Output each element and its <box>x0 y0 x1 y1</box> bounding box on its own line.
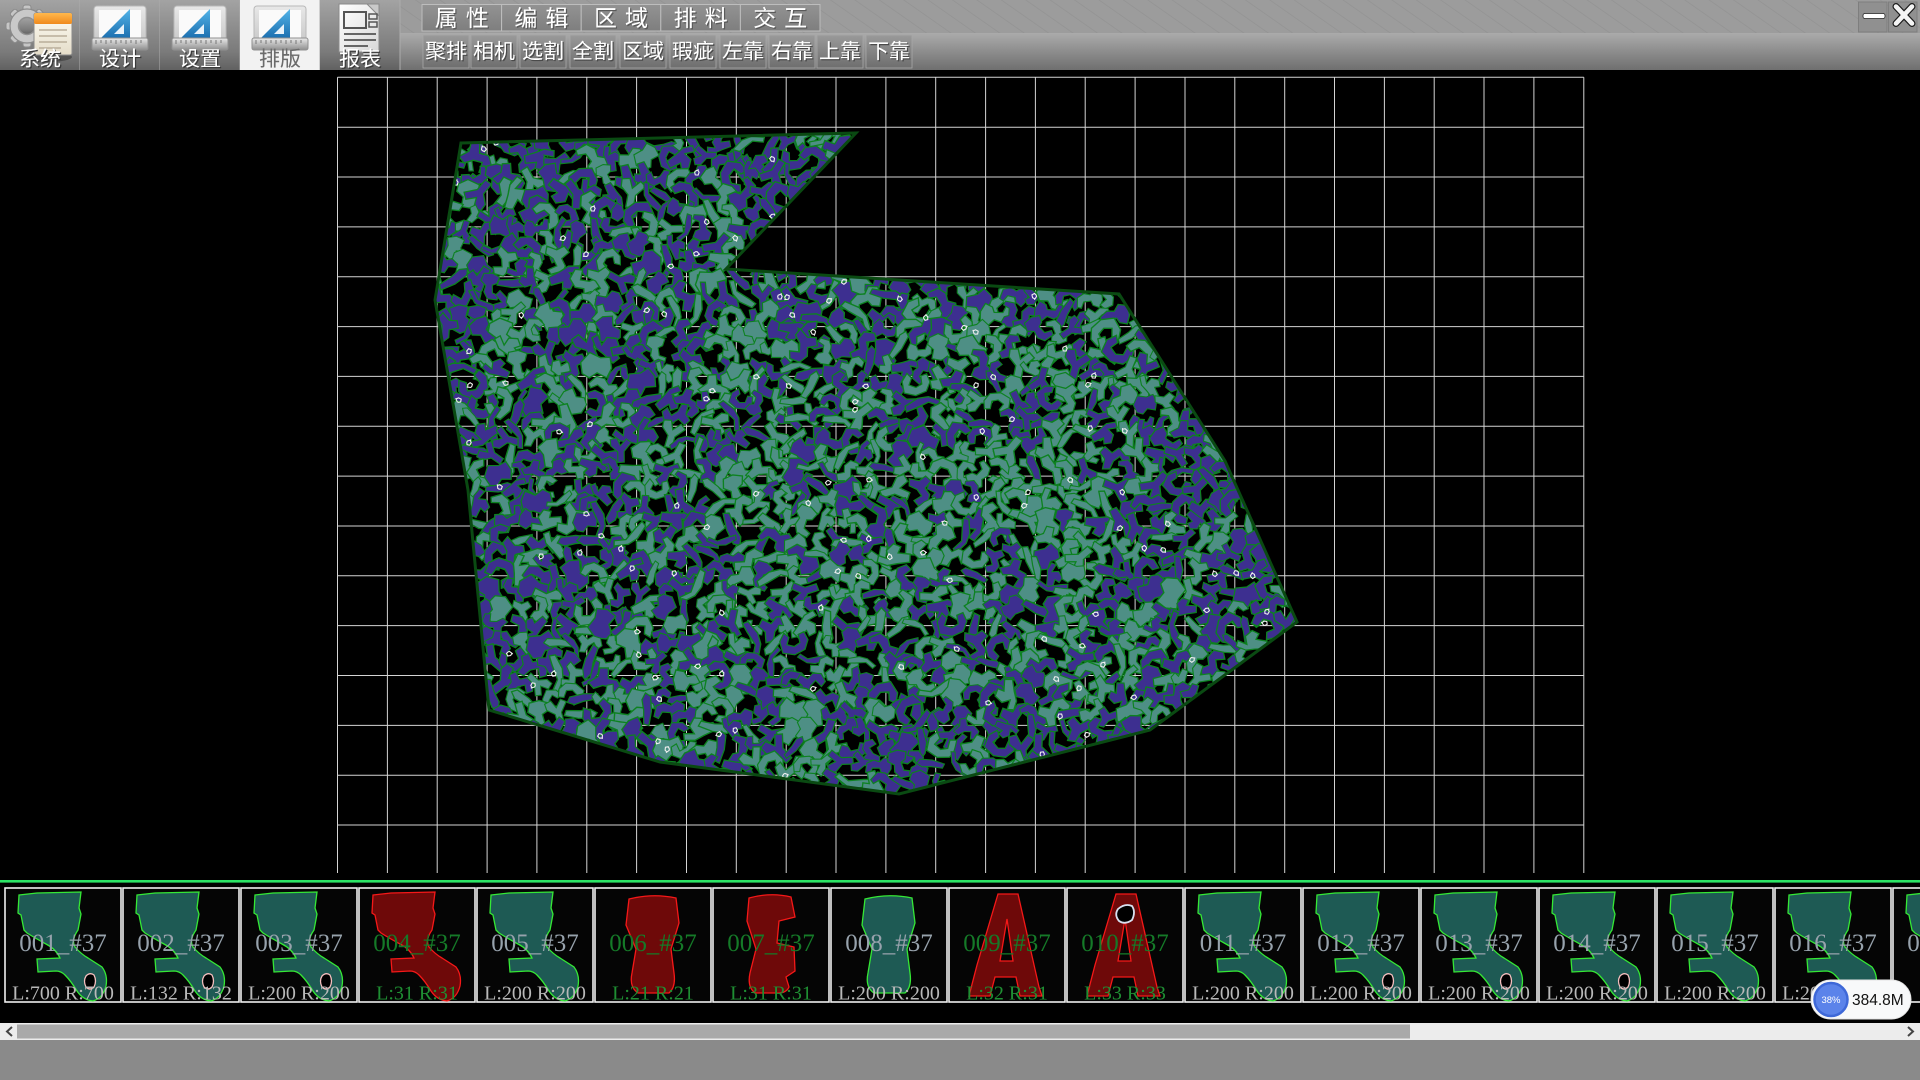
svg-text:014_#37: 014_#37 <box>1553 930 1641 957</box>
svg-text:017_#37: 017_#37 <box>1907 930 1920 957</box>
svg-text:L:31 R:31: L:31 R:31 <box>730 983 812 1005</box>
svg-text:38%: 38% <box>1821 995 1841 1006</box>
svg-text:L:32 R:31: L:32 R:31 <box>966 983 1048 1005</box>
svg-text:011_#37: 011_#37 <box>1200 930 1287 957</box>
svg-text:001_#37: 001_#37 <box>19 930 107 957</box>
svg-text:006_#37: 006_#37 <box>609 930 697 957</box>
svg-text:L:200 R:200: L:200 R:200 <box>1546 983 1648 1005</box>
svg-text:L:200 R:200: L:200 R:200 <box>1310 983 1412 1005</box>
svg-text:L:132 R:132: L:132 R:132 <box>130 983 232 1005</box>
svg-text:L:200 R:200: L:200 R:200 <box>838 983 940 1005</box>
svg-text:L:200 R:200: L:200 R:200 <box>1192 983 1294 1005</box>
svg-text:L:200 R:200: L:200 R:200 <box>484 983 586 1005</box>
svg-text:007_#37: 007_#37 <box>727 930 815 957</box>
svg-text:015_#37: 015_#37 <box>1671 930 1759 957</box>
svg-text:004_#37: 004_#37 <box>373 930 461 957</box>
svg-text:012_#37: 012_#37 <box>1317 930 1405 957</box>
svg-text:005_#37: 005_#37 <box>491 930 579 957</box>
svg-text:008_#37: 008_#37 <box>845 930 933 957</box>
svg-text:L:200 R:200: L:200 R:200 <box>1428 983 1530 1005</box>
svg-text:L:33 R:33: L:33 R:33 <box>1084 983 1166 1005</box>
svg-text:L:31 R:31: L:31 R:31 <box>376 983 458 1005</box>
svg-text:384.8M: 384.8M <box>1852 992 1904 1009</box>
svg-text:L:21 R:21: L:21 R:21 <box>612 983 694 1005</box>
svg-text:L:700 R:700: L:700 R:700 <box>12 983 114 1005</box>
svg-text:003_#37: 003_#37 <box>255 930 343 957</box>
svg-text:013_#37: 013_#37 <box>1435 930 1523 957</box>
svg-text:016_#37: 016_#37 <box>1789 930 1877 957</box>
svg-text:002_#37: 002_#37 <box>137 930 225 957</box>
svg-text:010_#37: 010_#37 <box>1081 930 1169 957</box>
svg-text:009_#37: 009_#37 <box>963 930 1051 957</box>
svg-text:L:200 R:200: L:200 R:200 <box>1664 983 1766 1005</box>
svg-text:L:200 R:200: L:200 R:200 <box>248 983 350 1005</box>
